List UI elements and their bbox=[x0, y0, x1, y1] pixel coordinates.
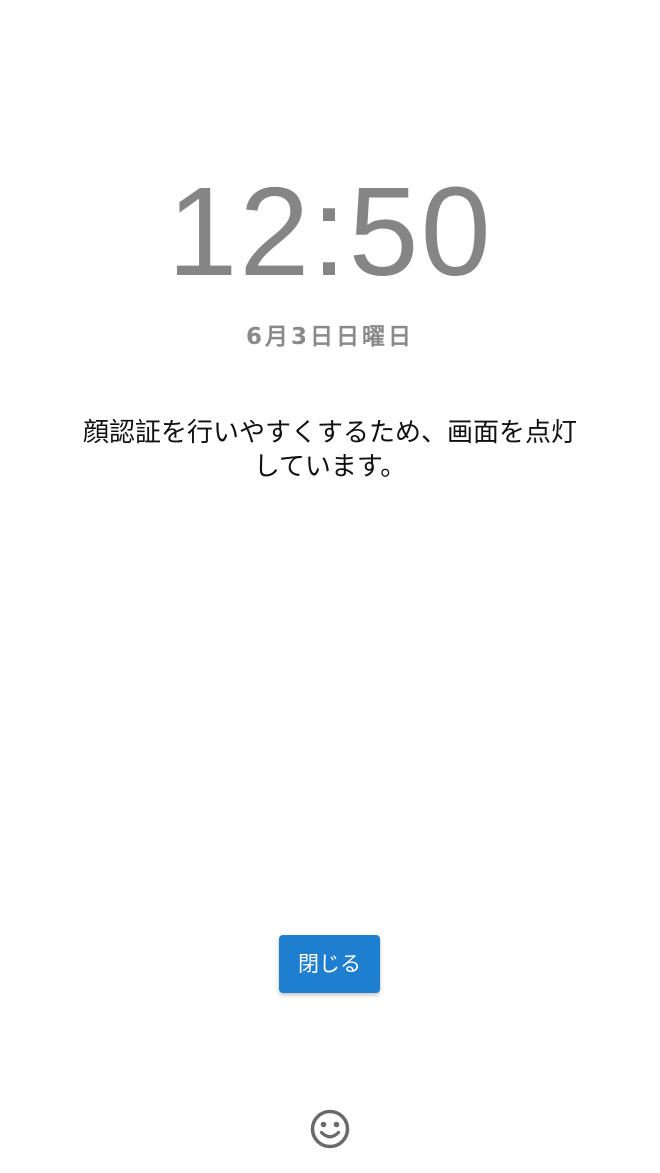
lock-screen: 12:50 6月3日日曜日 顔認証を行いやすくするため、画面を点灯しています。 … bbox=[0, 0, 660, 1173]
face-smile-icon bbox=[310, 1109, 350, 1149]
clock-date: 6月3日日曜日 bbox=[245, 324, 414, 350]
clock-time: 12:50 bbox=[167, 161, 493, 302]
close-button[interactable]: 閉じる bbox=[279, 935, 380, 993]
face-unlock-message: 顔認証を行いやすくするため、画面を点灯しています。 bbox=[82, 418, 577, 482]
